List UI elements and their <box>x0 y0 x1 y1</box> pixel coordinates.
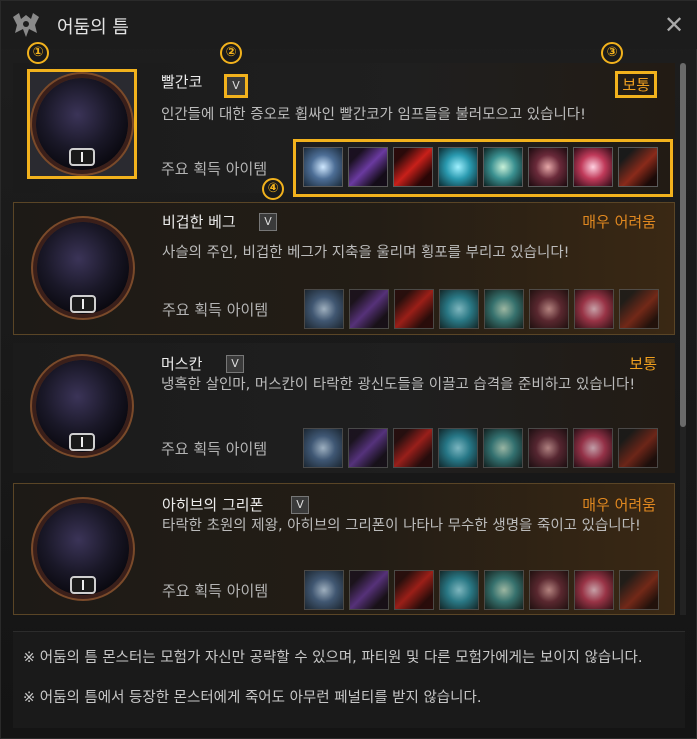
notice-penalty: ※ 어둠의 틈에서 등장한 몬스터에게 죽어도 아무런 페널티를 받지 않습니다… <box>23 690 482 706</box>
expand-toggle-button[interactable]: V <box>224 74 248 98</box>
ice-orb-icon[interactable] <box>303 428 343 468</box>
cyan-orb-icon[interactable] <box>438 428 478 468</box>
annotation-marker-3: ③ <box>601 42 623 64</box>
monster-portrait[interactable] <box>27 351 137 461</box>
annotation-marker-1: ① <box>27 42 49 64</box>
monster-portrait[interactable] <box>28 213 138 323</box>
reward-items <box>302 289 662 333</box>
difficulty-label: 매우 어려움 <box>582 213 656 231</box>
annotation-marker-2: ② <box>220 42 242 64</box>
monster-description: 사슬의 주인, 비겁한 베그가 지축을 울리며 횡포를 부리고 있습니다! <box>162 245 570 261</box>
items-label: 주요 획득 아이템 <box>162 301 269 319</box>
ice-orb-icon[interactable] <box>304 289 344 329</box>
pink-crystal-cluster-icon[interactable] <box>528 428 568 468</box>
monster-description: 냉혹한 살인마, 머스칸이 타락한 광신도들을 이끌고 습격을 준비하고 있습니… <box>161 377 636 393</box>
scrollbar-thumb[interactable] <box>680 63 686 427</box>
expand-toggle-button[interactable]: V <box>259 213 277 231</box>
bat-emblem-icon <box>13 13 39 37</box>
notice-visibility: ※ 어둠의 틈 몬스터는 모험가 자신만 공략할 수 있으며, 파티원 및 다른… <box>23 650 643 666</box>
red-feather-icon[interactable] <box>394 570 434 610</box>
monster-name: 머스칸 <box>161 355 203 373</box>
purple-gauntlet-icon[interactable] <box>349 570 389 610</box>
dark-dagger-icon[interactable] <box>619 570 659 610</box>
red-feather-icon[interactable] <box>393 428 433 468</box>
red-crystal-icon[interactable] <box>574 570 614 610</box>
expand-toggle-button[interactable]: V <box>291 496 309 514</box>
monster-name: 아히브의 그리폰 <box>162 496 264 514</box>
difficulty-label: 보통 <box>629 355 657 373</box>
gate-level-badge-icon <box>69 433 95 451</box>
close-icon[interactable]: ✕ <box>660 11 688 39</box>
notice-panel: ※ 어둠의 틈 몬스터는 모험가 자신만 공략할 수 있으며, 파티원 및 다른… <box>13 631 685 728</box>
window-title: 어둠의 틈 <box>57 17 129 38</box>
items-label: 주요 획득 아이템 <box>161 440 268 458</box>
scrollbar-track[interactable] <box>680 63 686 615</box>
dark-dagger-icon[interactable] <box>618 428 658 468</box>
monster-portrait[interactable] <box>27 69 137 179</box>
difficulty-label: 매우 어려움 <box>582 496 656 514</box>
annotation-marker-4: ④ <box>262 178 284 200</box>
monster-card[interactable]: 머스칸 V 보통 냉혹한 살인마, 머스칸이 타락한 광신도들을 이끌고 습격을… <box>13 343 675 473</box>
gate-level-badge-icon <box>69 148 95 166</box>
items-label: 주요 획득 아이템 <box>162 582 269 600</box>
monster-name: 비겁한 베그 <box>162 213 236 231</box>
items-highlight-box <box>293 139 673 197</box>
teal-orb-icon[interactable] <box>484 570 524 610</box>
gate-level-badge-icon <box>70 576 96 594</box>
pink-crystal-cluster-icon[interactable] <box>529 570 569 610</box>
title-bar: 어둠의 틈 ✕ <box>1 1 697 49</box>
red-feather-icon[interactable] <box>394 289 434 329</box>
purple-gauntlet-icon[interactable] <box>349 289 389 329</box>
monster-name: 빨간코 <box>161 73 203 91</box>
purple-gauntlet-icon[interactable] <box>348 428 388 468</box>
dark-dagger-icon[interactable] <box>619 289 659 329</box>
reward-items <box>301 428 661 472</box>
monster-list[interactable]: 빨간코 V 보통 인간들에 대한 증오로 휩싸인 빨간코가 임프들을 불러모으고… <box>13 63 675 615</box>
monster-portrait[interactable] <box>28 494 138 604</box>
dark-rift-window: 어둠의 틈 ✕ 빨간코 V 보통 인간들에 대한 증오로 휩싸인 빨간코가 임프… <box>0 0 697 739</box>
teal-orb-icon[interactable] <box>483 428 523 468</box>
cyan-orb-icon[interactable] <box>439 289 479 329</box>
expand-toggle-button[interactable]: V <box>226 355 244 373</box>
gate-level-badge-icon <box>70 295 96 313</box>
monster-description: 인간들에 대한 증오로 휩싸인 빨간코가 임프들을 불러모으고 있습니다! <box>161 107 586 123</box>
red-crystal-icon[interactable] <box>574 289 614 329</box>
monster-description: 타락한 초원의 제왕, 아히브의 그리폰이 나타나 무수한 생명을 죽이고 있습… <box>162 518 641 534</box>
difficulty-label: 보통 <box>615 71 657 98</box>
monster-card[interactable]: 비겁한 베그 V 매우 어려움 사슬의 주인, 비겁한 베그가 지축을 울리며 … <box>13 202 675 335</box>
reward-items <box>302 570 662 614</box>
pink-crystal-cluster-icon[interactable] <box>529 289 569 329</box>
monster-card[interactable]: 빨간코 V 보통 인간들에 대한 증오로 휩싸인 빨간코가 임프들을 불러모으고… <box>13 63 675 197</box>
red-crystal-icon[interactable] <box>573 428 613 468</box>
cyan-orb-icon[interactable] <box>439 570 479 610</box>
ice-orb-icon[interactable] <box>304 570 344 610</box>
teal-orb-icon[interactable] <box>484 289 524 329</box>
items-label: 주요 획득 아이템 <box>161 160 268 178</box>
monster-card[interactable]: 아히브의 그리폰 V 매우 어려움 타락한 초원의 제왕, 아히브의 그리폰이 … <box>13 483 675 615</box>
